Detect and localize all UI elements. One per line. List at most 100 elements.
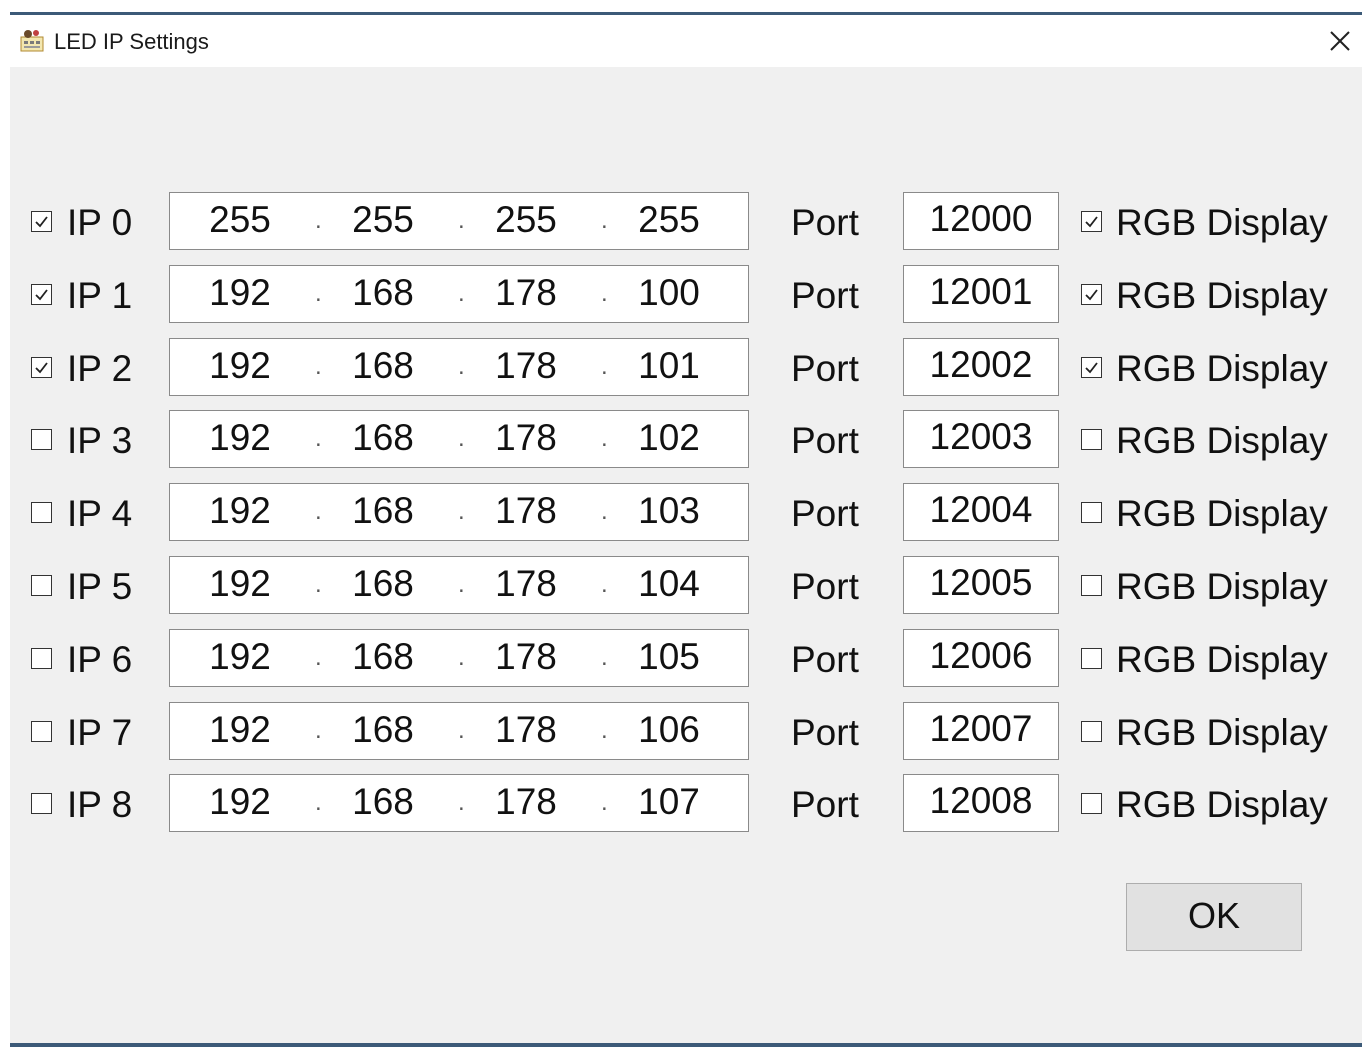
ip-octet-2[interactable]: 168	[333, 709, 433, 751]
ip-separator-dot: .	[601, 571, 608, 598]
ip-address-field[interactable]: 255. 255. 255. 255	[169, 192, 749, 250]
ip-octet-4[interactable]: 102	[619, 417, 719, 459]
ip-address-field[interactable]: 192. 168. 178. 107	[169, 774, 749, 833]
ip-octet-4[interactable]: 106	[619, 709, 719, 751]
port-label: Port	[791, 347, 859, 389]
ip-label: IP 1	[67, 274, 133, 316]
ip-label: IP 7	[67, 711, 133, 753]
ip-row: IP 8 192. 168. 178. 107 Port 12008 RGB Display	[10, 774, 1362, 834]
ip-octet-1[interactable]: 192	[190, 563, 290, 605]
port-input[interactable]: 12006	[903, 628, 1059, 687]
ip-octet-4[interactable]: 100	[619, 272, 719, 314]
ip-enable-checkbox[interactable]	[31, 356, 52, 378]
ip-address-field[interactable]: 192. 168. 178. 101	[169, 337, 749, 396]
rgb-display-label: RGB Display	[1116, 202, 1328, 243]
ip-address-field[interactable]: 192. 168. 178. 106	[169, 701, 749, 760]
ip-separator-dot: .	[315, 425, 322, 453]
port-input[interactable]: 12001	[903, 264, 1059, 323]
ip-separator-dot: .	[315, 789, 322, 817]
ip-address-field[interactable]: 192. 168. 178. 102	[169, 410, 749, 469]
ip-octet-1[interactable]: 192	[190, 272, 290, 314]
ip-separator-dot: .	[458, 498, 465, 526]
dialog-window: LED IP Settings IP 0 255. 255. 255. 255 Port 1…	[10, 12, 1362, 1047]
ip-octet-4[interactable]: 105	[619, 636, 719, 678]
ip-label: IP 2	[67, 347, 133, 389]
ip-octet-3[interactable]: 178	[476, 781, 576, 823]
ip-octet-2[interactable]: 168	[333, 563, 433, 605]
ip-octet-4[interactable]: 101	[619, 345, 719, 387]
ip-enable-checkbox[interactable]	[31, 575, 52, 596]
ip-octet-4[interactable]: 107	[619, 781, 719, 823]
ip-enable-checkbox[interactable]	[31, 283, 52, 305]
port-input[interactable]: 12008	[903, 774, 1059, 833]
ip-enable-checkbox[interactable]	[31, 429, 52, 451]
ip-enable-checkbox[interactable]	[31, 502, 52, 524]
ip-enable-checkbox[interactable]	[31, 720, 52, 742]
ip-address-field[interactable]: 192. 168. 178. 105	[169, 628, 749, 687]
port-label: Port	[791, 202, 859, 243]
rgb-display-checkbox[interactable]	[1081, 647, 1102, 669]
ip-octet-3[interactable]: 178	[476, 636, 576, 678]
ip-address-field[interactable]: 192. 168. 178. 100	[169, 264, 749, 323]
port-input[interactable]: 12002	[903, 337, 1059, 396]
ip-octet-2[interactable]: 168	[333, 345, 433, 387]
ip-separator-dot: .	[458, 207, 465, 234]
rgb-display-checkbox[interactable]	[1081, 720, 1102, 742]
ip-enable-checkbox[interactable]	[31, 647, 52, 669]
ip-octet-1[interactable]: 192	[190, 417, 290, 459]
rgb-display-checkbox[interactable]	[1081, 575, 1102, 596]
ip-row: IP 1 192. 168. 178. 100 Port 12001 RGB Display	[10, 264, 1362, 325]
rgb-display-checkbox[interactable]	[1081, 502, 1102, 524]
ip-separator-dot: .	[601, 207, 608, 234]
port-label: Port	[791, 566, 859, 607]
port-input[interactable]: 12003	[903, 410, 1059, 469]
title-bar: LED IP Settings	[10, 15, 1362, 67]
ip-separator-dot: .	[601, 643, 608, 671]
ip-separator-dot: .	[458, 716, 465, 744]
ip-separator-dot: .	[458, 425, 465, 453]
ip-octet-1[interactable]: 192	[190, 709, 290, 751]
ip-octet-1[interactable]: 192	[190, 490, 290, 532]
rgb-display-label: RGB Display	[1116, 784, 1328, 826]
port-input[interactable]: 12005	[903, 556, 1059, 614]
ip-octet-2[interactable]: 168	[333, 781, 433, 823]
rgb-display-checkbox[interactable]	[1081, 283, 1102, 305]
ok-button[interactable]: OK	[1126, 883, 1302, 951]
port-label: Port	[791, 638, 859, 680]
ip-octet-1[interactable]: 192	[190, 636, 290, 678]
ip-address-field[interactable]: 192. 168. 178. 103	[169, 483, 749, 542]
rgb-display-checkbox[interactable]	[1081, 793, 1102, 815]
ip-octet-2[interactable]: 168	[333, 490, 433, 532]
ip-octet-2[interactable]: 168	[333, 636, 433, 678]
ip-octet-2[interactable]: 168	[333, 417, 433, 459]
ip-octet-4[interactable]: 103	[619, 490, 719, 532]
ip-octet-2[interactable]: 255	[333, 199, 433, 241]
ip-octet-1[interactable]: 255	[190, 199, 290, 241]
ip-octet-1[interactable]: 192	[190, 781, 290, 823]
close-button[interactable]	[1322, 23, 1358, 59]
ip-octet-3[interactable]: 178	[476, 272, 576, 314]
port-label: Port	[791, 420, 859, 462]
port-input[interactable]: 12000	[903, 192, 1059, 250]
ip-separator-dot: .	[315, 716, 322, 744]
ip-octet-3[interactable]: 178	[476, 563, 576, 605]
ip-octet-2[interactable]: 168	[333, 272, 433, 314]
rgb-display-checkbox[interactable]	[1081, 429, 1102, 451]
ip-enable-checkbox[interactable]	[31, 211, 52, 232]
ip-octet-3[interactable]: 178	[476, 490, 576, 532]
ip-octet-3[interactable]: 178	[476, 345, 576, 387]
ip-octet-4[interactable]: 104	[619, 563, 719, 605]
ip-address-field[interactable]: 192. 168. 178. 104	[169, 556, 749, 614]
ip-separator-dot: .	[458, 571, 465, 598]
port-input[interactable]: 12004	[903, 483, 1059, 542]
ip-octet-3[interactable]: 255	[476, 199, 576, 241]
ip-octet-3[interactable]: 178	[476, 709, 576, 751]
rgb-display-checkbox[interactable]	[1081, 356, 1102, 378]
ip-enable-checkbox[interactable]	[31, 793, 52, 815]
ip-label: IP 8	[67, 784, 133, 826]
rgb-display-checkbox[interactable]	[1081, 211, 1102, 232]
ip-octet-3[interactable]: 178	[476, 417, 576, 459]
port-input[interactable]: 12007	[903, 701, 1059, 760]
ip-octet-4[interactable]: 255	[619, 199, 719, 241]
ip-octet-1[interactable]: 192	[190, 345, 290, 387]
